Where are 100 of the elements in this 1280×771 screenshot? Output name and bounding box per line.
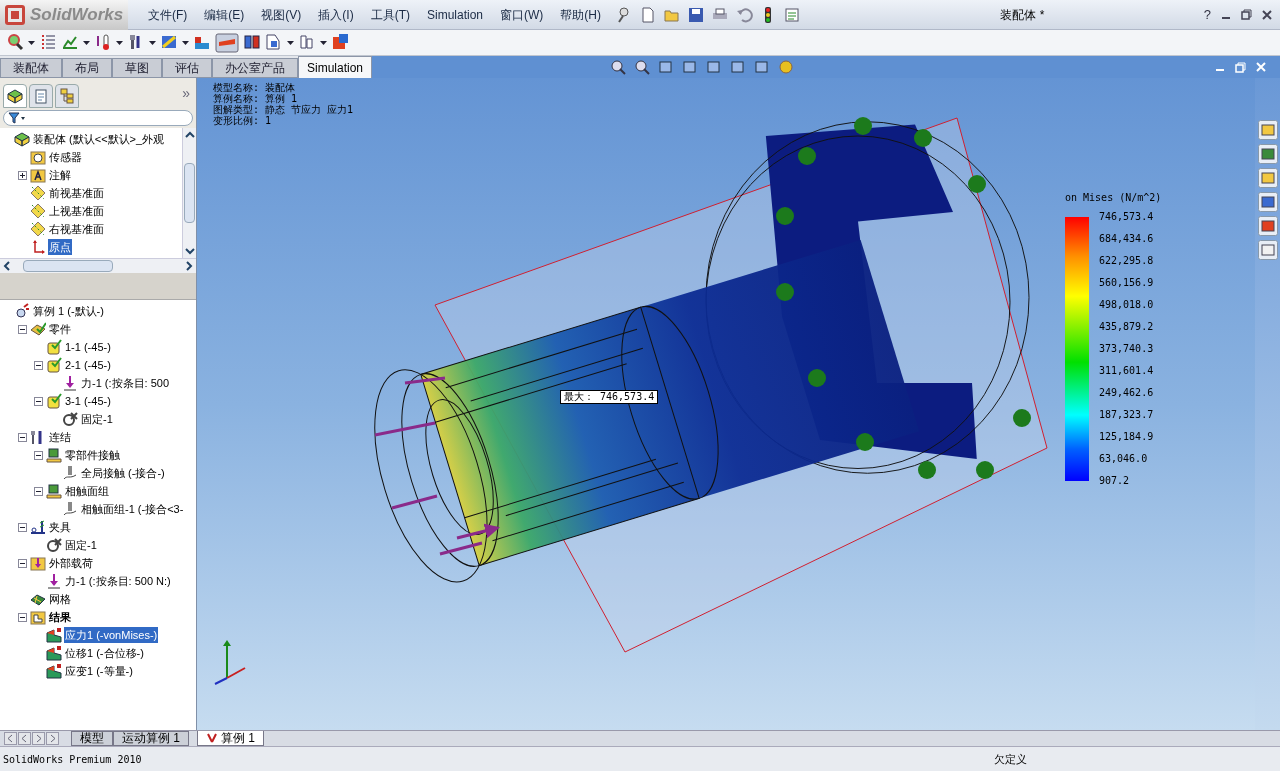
menu-item[interactable]: 工具(T) xyxy=(362,2,418,27)
force-arrow-icon xyxy=(46,573,62,589)
filter-field[interactable] xyxy=(3,110,193,126)
tree-item[interactable]: 上视基准面 xyxy=(48,203,105,219)
origin-icon xyxy=(30,239,46,255)
fixtures-icon xyxy=(30,519,46,535)
annotation-folder-icon xyxy=(30,167,46,183)
expander-icon[interactable] xyxy=(18,522,27,532)
restore-icon[interactable] xyxy=(1235,61,1246,73)
undo-icon[interactable] xyxy=(735,5,753,24)
menu-item[interactable]: 视图(V) xyxy=(253,2,310,27)
ribbon-tab[interactable]: Simulation xyxy=(298,56,373,78)
expander-icon[interactable] xyxy=(18,432,27,442)
tree-item[interactable]: 结果 xyxy=(48,609,72,625)
magnifier-icon[interactable] xyxy=(6,32,24,53)
dropdown-caret-icon[interactable] xyxy=(149,39,156,46)
tree-item[interactable]: 右视基准面 xyxy=(48,221,105,237)
tree-item[interactable]: 位移1 (-合位移-) xyxy=(64,645,145,661)
save-icon[interactable] xyxy=(687,5,705,24)
expander-icon[interactable] xyxy=(34,396,43,406)
legend-value: 373,740.3 xyxy=(1099,343,1154,355)
tree-item[interactable]: 注解 xyxy=(48,167,72,183)
dropdown-caret-icon[interactable] xyxy=(287,39,294,46)
tree-item[interactable]: 应力1 (-vonMises-) xyxy=(64,627,159,643)
menu-item[interactable]: 编辑(E) xyxy=(196,2,253,27)
expander-icon[interactable] xyxy=(34,360,43,370)
dropdown-caret-icon[interactable] xyxy=(28,39,35,46)
ribbon-tab[interactable]: 评估 xyxy=(162,58,212,78)
ribbon-tab[interactable]: 办公室产品 xyxy=(212,58,298,78)
ribbon-tab[interactable]: 布局 xyxy=(62,58,112,78)
feature-manager-tab[interactable] xyxy=(3,84,27,108)
tree-item[interactable]: 夹具 xyxy=(48,519,72,535)
new-document-icon[interactable] xyxy=(639,5,657,24)
model-info-text: 算例名称: 算例 1 xyxy=(213,93,299,104)
tree-item[interactable]: 传感器 xyxy=(48,149,83,165)
close-icon[interactable] xyxy=(1262,9,1272,20)
tree-item[interactable]: 力-1 (:按条目: 500 N:) xyxy=(64,573,172,589)
study-tab[interactable]: 算例 1 xyxy=(197,731,265,746)
menu-item[interactable]: 窗口(W) xyxy=(492,2,552,27)
previous-icon[interactable] xyxy=(18,732,31,745)
tree-item[interactable]: 零件 xyxy=(48,321,72,337)
restore-icon[interactable] xyxy=(1241,9,1252,20)
ribbon-tab[interactable]: 装配体 xyxy=(0,58,62,78)
expander-icon[interactable] xyxy=(34,486,43,496)
expander-icon[interactable] xyxy=(18,558,27,568)
assembly-icon xyxy=(14,131,30,147)
menu-item[interactable]: 插入(I) xyxy=(310,2,362,27)
next-icon[interactable] xyxy=(32,732,45,745)
legend-value: 498,018.0 xyxy=(1099,299,1154,311)
menu-item[interactable]: 文件(F) xyxy=(140,2,196,27)
last-icon[interactable] xyxy=(46,732,59,745)
expander-icon[interactable] xyxy=(34,450,43,460)
help-button[interactable]: ? xyxy=(1203,4,1211,25)
expander-icon[interactable] xyxy=(18,612,27,622)
tree-item[interactable]: 全局接触 (-接合-) xyxy=(80,465,166,481)
tree-item[interactable]: 原点 xyxy=(48,239,72,255)
fixture-icon xyxy=(46,537,62,553)
study-tab[interactable]: 运动算例 1 xyxy=(113,731,189,746)
tree-item[interactable]: 固定-1 xyxy=(64,537,98,553)
tree-item[interactable]: 1-1 (-45-) xyxy=(64,339,112,355)
menu-item[interactable]: Simulation xyxy=(419,2,491,27)
graphics-viewport[interactable] xyxy=(197,78,1255,730)
expander-icon[interactable] xyxy=(18,324,27,334)
tree-item[interactable]: 零部件接触 xyxy=(64,447,121,463)
tree-item[interactable]: 2-1 (-45-) xyxy=(64,357,112,373)
study-tab[interactable]: 模型 xyxy=(71,731,113,746)
first-icon[interactable] xyxy=(4,732,17,745)
dropdown-caret-icon[interactable] xyxy=(182,39,189,46)
deformed-plot-icon[interactable] xyxy=(215,32,239,53)
options-icon[interactable] xyxy=(783,5,801,24)
tree-item[interactable]: 连结 xyxy=(48,429,72,445)
legend-value: 63,046.0 xyxy=(1099,453,1149,465)
tree-item[interactable]: 相触面组 xyxy=(64,483,110,499)
dropdown-caret-icon[interactable] xyxy=(320,39,327,46)
tree-item[interactable]: 网格 xyxy=(48,591,72,607)
expand-glyph[interactable]: » xyxy=(182,83,193,108)
tree-item[interactable]: 力-1 (:按条目: 500 xyxy=(80,375,171,391)
tree-item[interactable]: 算例 1 (-默认-) xyxy=(32,303,105,319)
tree-item[interactable]: 应变1 (-等量-) xyxy=(64,663,134,679)
tree-item[interactable]: 相触面组-1 (-接合<3- xyxy=(80,501,185,517)
ribbon-tab[interactable]: 草图 xyxy=(112,58,162,78)
legend-value: 684,434.6 xyxy=(1099,233,1154,245)
tree-item[interactable]: 外部载荷 xyxy=(48,555,94,571)
tree-item[interactable]: 前视基准面 xyxy=(48,185,105,201)
expander-icon[interactable] xyxy=(18,170,27,180)
dropdown-caret-icon[interactable] xyxy=(116,39,123,46)
menu-item[interactable]: 帮助(H) xyxy=(552,2,609,27)
zoom-area-icon[interactable] xyxy=(634,59,651,75)
results-folder-icon xyxy=(30,609,46,625)
vertical-scrollbar[interactable] xyxy=(182,128,196,258)
horizontal-scrollbar[interactable] xyxy=(0,258,196,273)
dropdown-caret-icon[interactable] xyxy=(83,39,90,46)
zoom-to-fit-icon[interactable] xyxy=(610,59,627,75)
configuration-manager-tab[interactable] xyxy=(55,84,79,108)
tree-item[interactable]: 3-1 (-45-) xyxy=(64,393,112,409)
thermometer-icon[interactable] xyxy=(94,32,112,53)
tree-item[interactable]: 固定-1 xyxy=(80,411,114,427)
tree-item[interactable]: 装配体 (默认<<默认>_外观 xyxy=(32,131,166,147)
contact-icon xyxy=(46,447,62,463)
scene-icon[interactable] xyxy=(778,59,795,75)
